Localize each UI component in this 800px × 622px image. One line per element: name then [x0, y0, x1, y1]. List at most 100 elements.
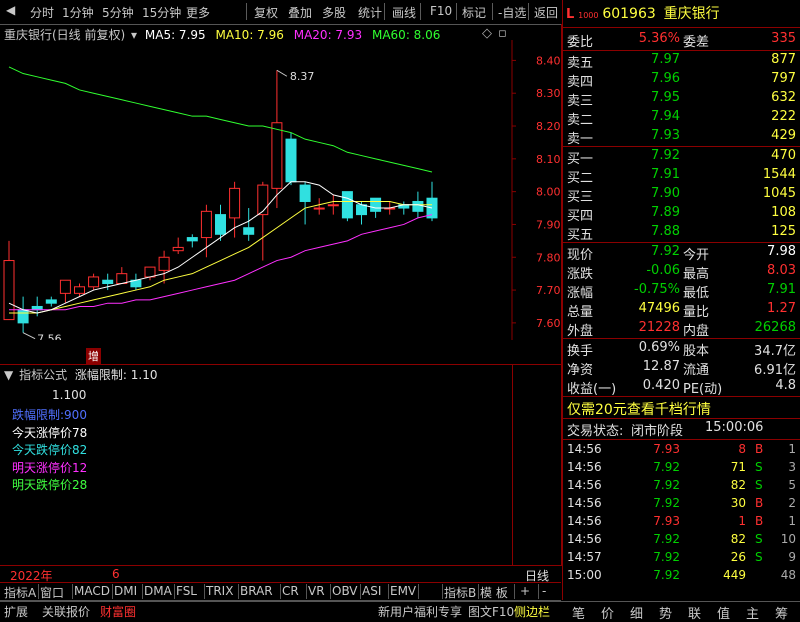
tab-separator — [142, 584, 143, 599]
tick-time: 15:00 — [567, 568, 602, 582]
indicator-tab[interactable]: VR — [308, 584, 325, 598]
indicator-tab[interactable]: ASI — [362, 584, 381, 598]
tick-time: 14:56 — [567, 532, 602, 546]
toolbar-item[interactable]: 分时 — [30, 4, 54, 21]
indicator-tab[interactable]: 窗口 — [40, 584, 64, 601]
toolbar-item[interactable]: 15分钟 — [142, 4, 181, 21]
toolbar-separator — [384, 3, 385, 20]
indicator-line: 今天跌停价82 — [12, 443, 88, 457]
indicator-tab[interactable]: BRAR — [240, 584, 273, 598]
toolbar-item[interactable]: 复权 — [254, 4, 278, 21]
quote-nav-tab[interactable]: 势 — [659, 603, 672, 622]
tick-count: 9 — [788, 550, 796, 564]
indicator-tab[interactable]: TRIX — [206, 584, 233, 598]
quote-row: 买四 7.89 108 — [563, 204, 800, 224]
candle-body — [158, 256, 170, 271]
indicator-tab[interactable]: DMI — [114, 584, 137, 598]
indicator-tab[interactable]: DMA — [144, 584, 172, 598]
quote-body: 委比 5.36% 委差 335 卖五 7.97 877 卖四 7.96 797 卖三 7.95 632 卖… — [563, 28, 800, 598]
toolbar-separator — [420, 3, 421, 20]
indicator-name[interactable]: 指标公式 — [19, 368, 67, 382]
tick-count: 2 — [788, 496, 796, 510]
indicator-tab[interactable]: CR — [282, 584, 299, 598]
tick-side: S — [755, 532, 763, 546]
day-line-label[interactable]: 日线 — [525, 567, 549, 584]
indicator-tab[interactable]: 模 板 — [480, 584, 508, 601]
bid-label: 买一 — [567, 152, 594, 167]
toolbar-item[interactable]: 返回 — [534, 4, 558, 21]
tab-separator — [442, 584, 443, 599]
quote-nav-tab[interactable]: 筹 — [775, 603, 788, 622]
quote-nav-tab[interactable]: 主 — [746, 603, 759, 622]
stat-label: 外盘 — [567, 324, 594, 339]
stat-label: 最低 — [683, 286, 710, 301]
weicha-label: 委差 — [683, 35, 710, 50]
tick-volume: 1 — [738, 514, 746, 528]
candle-body — [243, 227, 255, 235]
tick-time: 14:56 — [567, 460, 602, 474]
toolbar-item[interactable]: 5分钟 — [102, 4, 134, 21]
toolbar-item[interactable]: -自选 — [498, 4, 526, 21]
indicator-tab[interactable]: 指标A — [4, 584, 36, 601]
indicator-tab[interactable]: + — [520, 584, 530, 598]
toolbar-item[interactable]: 更多 — [186, 4, 210, 21]
quote-row: 买三 7.90 1045 — [563, 185, 800, 205]
status-right-item[interactable]: 新用户福利专享 — [378, 603, 462, 620]
quote-row: 仅需20元查看千档行情 — [563, 397, 800, 418]
tab-separator — [330, 584, 331, 599]
tick-time: 14:56 — [567, 496, 602, 510]
candle-body — [412, 200, 424, 212]
indicator-tab[interactable]: OBV — [332, 584, 358, 598]
status-left-item[interactable]: 财富圈 — [100, 603, 136, 620]
tick-volume: 82 — [730, 532, 746, 546]
back-arrow-icon[interactable]: ◀ — [6, 3, 15, 17]
indicator-menu-icon[interactable]: ▼ — [4, 368, 13, 382]
stat-value: 21228 — [638, 320, 680, 335]
tick-volume: 71 — [730, 460, 746, 474]
status-right-item[interactable]: 侧边栏 — [514, 603, 550, 620]
stat-value: -0.75% — [634, 282, 680, 297]
candle-body — [144, 266, 156, 278]
status-right-item[interactable]: 图文F10 — [468, 603, 514, 620]
y-tick-label: 7.80 — [536, 251, 560, 264]
toolbar-item[interactable]: F10 — [430, 4, 452, 18]
quote-row: 买五 7.88 125 — [563, 223, 800, 243]
toolbar-item[interactable]: 多股 — [322, 4, 346, 21]
quote-nav-tab[interactable]: 联 — [688, 603, 701, 622]
bid-volume: 108 — [771, 205, 796, 220]
toolbar-item[interactable]: 1分钟 — [62, 4, 94, 21]
level2-ad-link[interactable]: 仅需20元查看千档行情 — [567, 399, 711, 419]
indicator-tab[interactable]: 指标B — [444, 584, 476, 601]
toolbar-item[interactable]: 标记 — [462, 4, 486, 21]
toolbar-item[interactable]: 画线 — [392, 4, 416, 21]
indicator-tab[interactable]: MACD — [74, 584, 110, 598]
tab-separator — [238, 584, 239, 599]
quote-nav-tab[interactable]: 细 — [630, 603, 643, 622]
indicator-tab[interactable]: - — [542, 584, 546, 598]
indicator-tab[interactable]: FSL — [176, 584, 197, 598]
status-left-item[interactable]: 扩展 — [4, 603, 28, 620]
quote-nav-tab[interactable]: 值 — [717, 603, 730, 622]
indicator-param: 涨幅限制: 1.10 — [74, 368, 158, 382]
ask-price: 7.96 — [651, 71, 680, 86]
weibi-label: 委比 — [567, 35, 594, 50]
quote-row: 委比 5.36% 委差 335 — [563, 30, 800, 50]
status-left-item[interactable]: 关联报价 — [42, 603, 90, 620]
y-tick-label: 8.10 — [536, 153, 560, 166]
quote-row: 14:56 7.92 30 B 2 — [563, 495, 800, 513]
tick-time: 14:56 — [567, 478, 602, 492]
indicator-tab[interactable]: EMV — [390, 584, 416, 598]
y-tick-label: 7.90 — [536, 218, 560, 231]
ask-volume: 632 — [771, 90, 796, 105]
tick-price: 7.93 — [653, 514, 680, 528]
collapse-icon[interactable]: ▫ — [498, 26, 507, 41]
toolbar-item[interactable]: 叠加 — [288, 4, 312, 21]
indicator-divider — [512, 365, 513, 565]
tick-time: 14:56 — [567, 442, 602, 456]
quote-nav-tab[interactable]: 笔 — [572, 603, 585, 622]
settings-diamond-icon[interactable]: ◇ — [482, 26, 492, 41]
quote-nav-tab[interactable]: 价 — [601, 603, 614, 622]
candle-body — [313, 207, 325, 210]
toolbar-item[interactable]: 统计 — [358, 4, 382, 21]
stat-label: 涨跌 — [567, 267, 594, 282]
